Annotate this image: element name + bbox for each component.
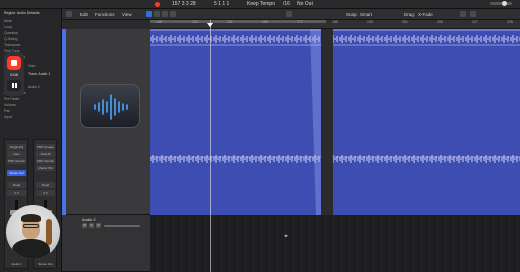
playhead-marker-icon[interactable] xyxy=(207,23,213,27)
time-signature[interactable]: /16 xyxy=(283,0,290,9)
stop-recording-button[interactable] xyxy=(7,56,21,70)
tool-pointer-icon[interactable] xyxy=(146,11,152,17)
webcam-overlay xyxy=(6,205,60,259)
inspector-row[interactable]: Pre Fader xyxy=(4,97,20,101)
plugin-slot[interactable]: Single EQ xyxy=(7,144,26,150)
inspector-row[interactable]: Input xyxy=(4,115,12,119)
tempo-mode[interactable]: Keep Tempo xyxy=(247,0,275,9)
input-display[interactable]: No Out xyxy=(297,0,313,9)
waveform-icon xyxy=(94,94,128,120)
waveform-zoom-icon[interactable] xyxy=(460,11,466,17)
guitar-image xyxy=(46,219,52,245)
track-header-audio-2[interactable]: Audio 2 M S R xyxy=(62,215,150,272)
back-icon[interactable] xyxy=(66,11,72,17)
transport-bar: 157 3 3 28 5 1 1 1 Keep Tempo /16 No Out xyxy=(0,0,520,9)
bar-number: 161 xyxy=(227,20,233,24)
playhead-position[interactable]: 157 3 3 28 xyxy=(172,0,196,9)
bar-number: 177 xyxy=(297,20,303,24)
zoom-slider-icon[interactable] xyxy=(470,11,476,17)
plugin-slot[interactable]: PDP Omega xyxy=(36,144,55,150)
bar-number: 209 xyxy=(437,20,443,24)
drag-label: Drag: xyxy=(404,12,416,17)
plugin-slot[interactable]: Master Pla xyxy=(36,165,55,171)
timeline-ruler[interactable]: 145 153 161 169 177 185 193 201 209 217 … xyxy=(150,20,520,29)
bar-number: 193 xyxy=(367,20,373,24)
track-2-lane[interactable] xyxy=(150,215,520,272)
bar-number: 225 xyxy=(507,20,513,24)
snap-label: Snap: xyxy=(346,12,358,17)
playhead[interactable] xyxy=(210,20,211,272)
inspector-row[interactable]: Loop xyxy=(4,25,12,29)
track-selection-accent xyxy=(62,29,66,215)
record-enable-button[interactable]: R xyxy=(96,223,101,228)
view-menu[interactable]: View xyxy=(122,9,132,20)
volume-readout: 0.0 xyxy=(7,190,26,196)
channel-name: Stereo Out xyxy=(38,262,53,266)
master-volume-slider[interactable] xyxy=(490,1,512,6)
inspector-row[interactable]: Audio 2 xyxy=(28,85,40,89)
automation-mode[interactable]: Read xyxy=(7,182,26,188)
inspector-row[interactable]: Mute xyxy=(4,19,12,23)
inspector-track-header[interactable]: Track: Audio 1 xyxy=(28,72,50,76)
screen-recorder-panel: 0:08 xyxy=(4,52,24,96)
functions-menu[interactable]: Functions xyxy=(95,9,115,20)
output-slot[interactable]: Stereo Out xyxy=(7,170,26,176)
plugin-slot[interactable]: Plate B xyxy=(36,151,55,157)
snap-dropdown[interactable]: Smart xyxy=(360,9,372,20)
plugin-slot[interactable]: PDP Varnish xyxy=(7,158,26,164)
solo-button[interactable]: S xyxy=(89,223,94,228)
automation-mode[interactable]: Read xyxy=(36,182,55,188)
tempo-display[interactable]: 5 1 1 1 xyxy=(214,0,229,9)
pause-recording-button[interactable] xyxy=(7,80,21,91)
volume-readout: 0.0 xyxy=(36,190,55,196)
presenter-glasses xyxy=(23,224,39,228)
track-name[interactable]: Audio 2 xyxy=(82,217,96,222)
inspector-row[interactable]: Pan xyxy=(4,109,10,113)
bar-number: 153 xyxy=(192,20,198,24)
drag-dropdown[interactable]: X-Fade xyxy=(418,9,433,20)
tool-selector-icon[interactable] xyxy=(286,11,292,17)
recording-time: 0:08 xyxy=(10,72,18,77)
inspector-row[interactable]: Quantize xyxy=(4,31,18,35)
bar-number: 185 xyxy=(332,20,338,24)
plugin-slot[interactable]: Gain xyxy=(7,151,26,157)
inspector-row[interactable]: Volume xyxy=(4,103,16,107)
mouse-cursor-icon: ⌖ xyxy=(284,233,288,240)
tool-grid-icon[interactable] xyxy=(162,11,168,17)
bar-number: 169 xyxy=(262,20,268,24)
bar-number: 217 xyxy=(472,20,478,24)
arrange-toolbar: Edit Functions View Snap: Smart Drag: X-… xyxy=(62,9,520,20)
inspector-header[interactable]: Region: Audio Defaults xyxy=(4,11,40,15)
track-volume-slider[interactable] xyxy=(104,225,140,227)
presenter-body xyxy=(12,239,50,259)
bar-number: 201 xyxy=(402,20,408,24)
presenter-hair xyxy=(21,214,41,222)
tool-waveform-icon[interactable] xyxy=(170,11,176,17)
mute-button[interactable]: M xyxy=(82,223,87,228)
inspector-row[interactable]: Q-Swing xyxy=(4,37,17,41)
channel-name: Audio 1 xyxy=(11,262,22,266)
app-icon xyxy=(80,84,140,128)
inspector-row[interactable]: Gain xyxy=(28,64,35,68)
bar-number: 145 xyxy=(156,20,162,24)
plugin-slot[interactable]: PDP Varnish xyxy=(36,158,55,164)
inspector-row[interactable]: Transpose xyxy=(4,43,20,47)
record-indicator-icon[interactable] xyxy=(155,2,160,7)
waveform-display xyxy=(150,29,520,215)
tool-catch-icon[interactable] xyxy=(154,11,160,17)
edit-menu[interactable]: Edit xyxy=(80,9,88,20)
